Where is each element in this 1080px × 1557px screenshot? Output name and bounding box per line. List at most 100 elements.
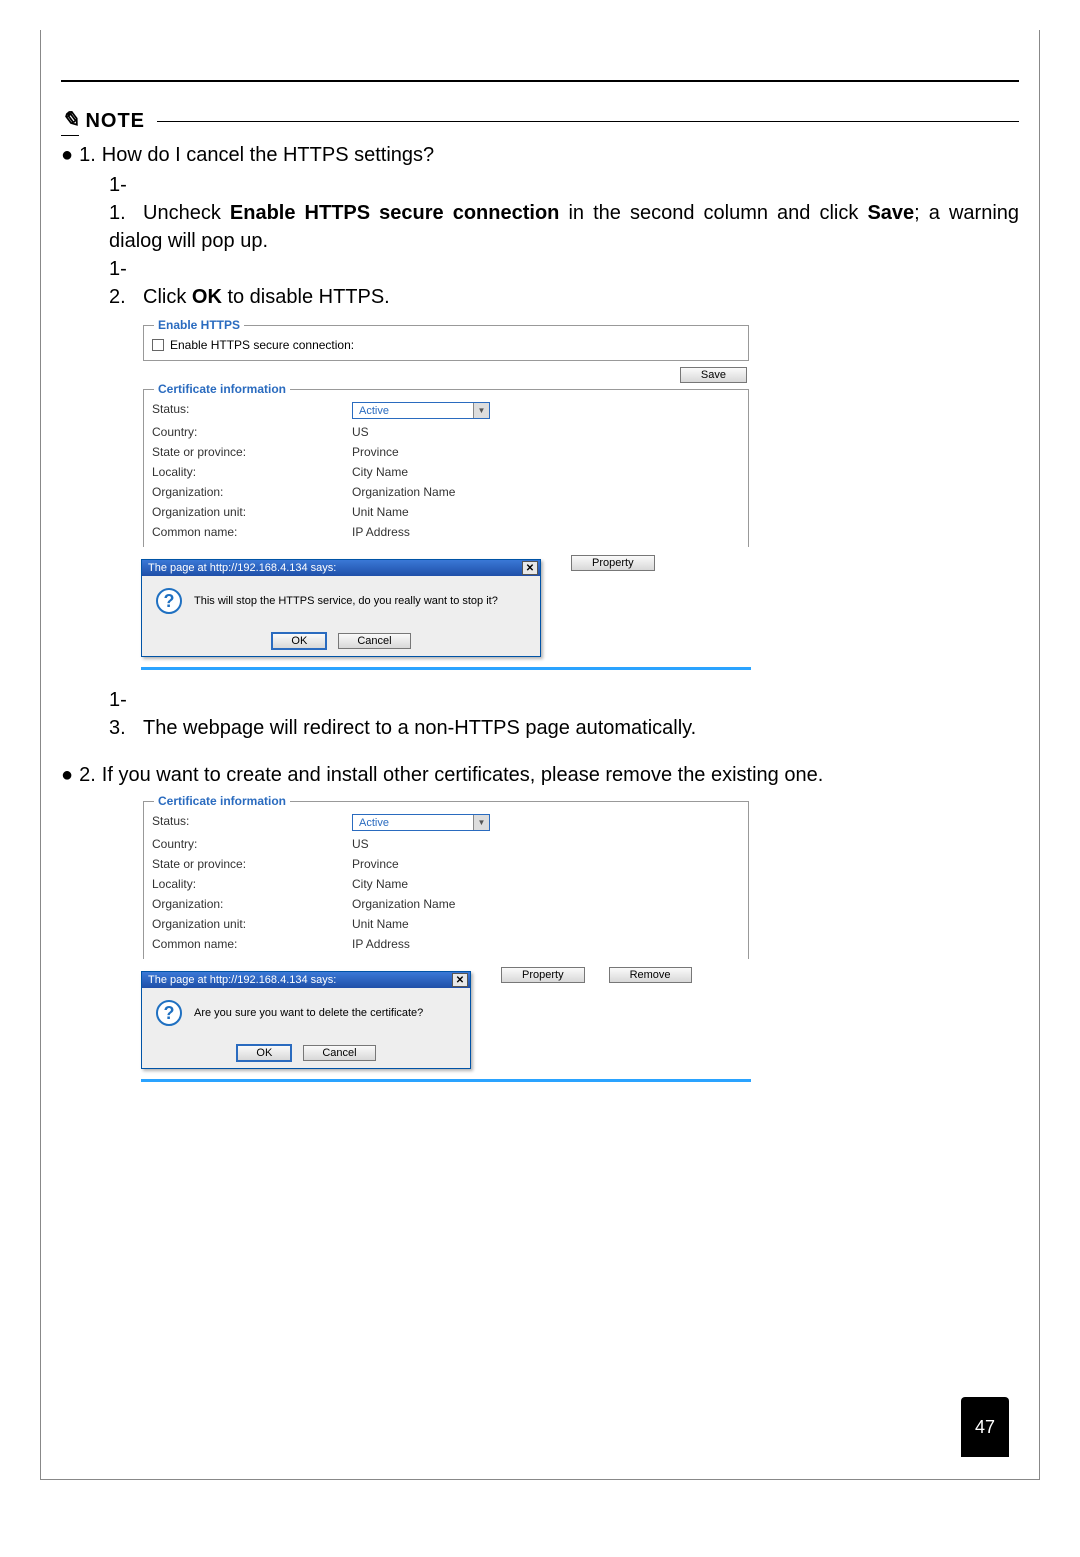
val-orgunit: Unit Name <box>352 505 740 519</box>
chevron-down-icon: ▼ <box>473 403 489 418</box>
lbl-state: State or province: <box>152 445 352 459</box>
lbl-common2: Common name: <box>152 937 352 951</box>
enable-https-legend: Enable HTTPS <box>154 318 244 332</box>
lbl-locality2: Locality: <box>152 877 352 891</box>
enable-https-checkbox-label: Enable HTTPS secure connection: <box>170 338 354 352</box>
dialog-message-2: Are you sure you want to delete the cert… <box>194 1007 423 1019</box>
cert-grid-1: Status: Active ▼ Country: US State or pr… <box>152 402 740 539</box>
val-org2: Organization Name <box>352 897 740 911</box>
val-common2: IP Address <box>352 937 740 951</box>
close-icon[interactable]: ✕ <box>452 973 468 987</box>
lbl-country: Country: <box>152 425 352 439</box>
note-pen-icon: ✎ <box>61 107 79 136</box>
q1-step1-mid: in the second column and click <box>559 202 867 224</box>
cancel-button[interactable]: Cancel <box>338 633 410 649</box>
ok-button[interactable]: OK <box>236 1044 292 1062</box>
dialog-title-2: The page at http://192.168.4.134 says: <box>148 974 336 986</box>
q1-step1-bold2: Save <box>867 202 914 224</box>
confirm-dialog-1: The page at http://192.168.4.134 says: ✕… <box>141 559 541 657</box>
val-country: US <box>352 425 740 439</box>
val-locality2: City Name <box>352 877 740 891</box>
cert-info-fieldset-1: Certificate information Status: Active ▼… <box>143 389 749 547</box>
val-locality: City Name <box>352 465 740 479</box>
cert-info-legend-2: Certificate information <box>154 794 290 808</box>
lbl-org: Organization: <box>152 485 352 499</box>
lbl-common: Common name: <box>152 525 352 539</box>
cert-grid-2: Status: Active ▼ Country: US State or pr… <box>152 814 740 951</box>
q1-step1: 1-1.Uncheck Enable HTTPS secure connecti… <box>109 171 1019 255</box>
q1-step3: 1-3.The webpage will redirect to a non-H… <box>109 686 1019 742</box>
lbl-orgunit: Organization unit: <box>152 505 352 519</box>
q1-step1-pre: Uncheck <box>143 202 230 224</box>
q1-step3-text: The webpage will redirect to a non-HTTPS… <box>143 717 696 739</box>
dialog-title: The page at http://192.168.4.134 says: <box>148 562 336 574</box>
dialog-titlebar-2: The page at http://192.168.4.134 says: ✕ <box>142 972 470 988</box>
dialog-message: This will stop the HTTPS service, do you… <box>194 595 498 607</box>
note-label: NOTE <box>85 110 145 133</box>
question-icon: ? <box>156 588 182 614</box>
q1-number: 1. <box>79 144 96 167</box>
bullet-icon: ● <box>61 144 73 167</box>
note-rule <box>157 121 1019 122</box>
q1-step1-num: 1-1. <box>109 171 143 227</box>
cert-info-fieldset-2: Certificate information Status: Active ▼… <box>143 801 749 959</box>
lbl-country2: Country: <box>152 837 352 851</box>
q2-number: 2. <box>79 764 96 787</box>
confirm-dialog-2: The page at http://192.168.4.134 says: ✕… <box>141 971 471 1069</box>
lbl-locality: Locality: <box>152 465 352 479</box>
q1-step2-post: to disable HTTPS. <box>222 286 390 308</box>
lbl-orgunit2: Organization unit: <box>152 917 352 931</box>
q1-text: How do I cancel the HTTPS settings? <box>102 144 434 167</box>
enable-https-checkbox[interactable] <box>152 339 164 351</box>
status-combo-2[interactable]: Active ▼ <box>352 814 490 831</box>
cert-info-legend-1: Certificate information <box>154 382 290 396</box>
val-orgunit2: Unit Name <box>352 917 740 931</box>
chevron-down-icon: ▼ <box>473 815 489 830</box>
cancel-button[interactable]: Cancel <box>303 1045 375 1061</box>
q1-step2-num: 1-2. <box>109 255 143 311</box>
val-country2: US <box>352 837 740 851</box>
q1-step2: 1-2.Click OK to disable HTTPS. <box>109 255 1019 311</box>
save-button[interactable]: Save <box>680 367 747 383</box>
page-frame: ✎ NOTE ● 1. How do I cancel the HTTPS se… <box>40 30 1040 1480</box>
question-1: ● 1. How do I cancel the HTTPS settings? <box>61 144 1019 167</box>
dialog-body-2: ? Are you sure you want to delete the ce… <box>142 988 470 1038</box>
lbl-status2: Status: <box>152 814 352 831</box>
status-combo-value: Active <box>353 405 473 417</box>
bullet-icon: ● <box>61 764 73 787</box>
dialog-titlebar: The page at http://192.168.4.134 says: ✕ <box>142 560 540 576</box>
val-common: IP Address <box>352 525 740 539</box>
screenshot-2: Certificate information Status: Active ▼… <box>141 801 751 1082</box>
property-button[interactable]: Property <box>571 555 655 571</box>
close-icon[interactable]: ✕ <box>522 561 538 575</box>
remove-button[interactable]: Remove <box>609 967 692 983</box>
status-combo[interactable]: Active ▼ <box>352 402 490 419</box>
property-button-2[interactable]: Property <box>501 967 585 983</box>
val-state: Province <box>352 445 740 459</box>
ok-button[interactable]: OK <box>271 632 327 650</box>
dialog-buttons: OK Cancel <box>142 626 540 656</box>
val-status: Active ▼ <box>352 402 740 419</box>
q1-step2-bold: OK <box>192 286 222 308</box>
dialog-body: ? This will stop the HTTPS service, do y… <box>142 576 540 626</box>
val-status2: Active ▼ <box>352 814 740 831</box>
q1-step1-bold: Enable HTTPS secure connection <box>230 202 560 224</box>
lbl-state2: State or province: <box>152 857 352 871</box>
enable-https-row: Enable HTTPS secure connection: <box>152 338 740 352</box>
q1-step2-pre: Click <box>143 286 192 308</box>
dialog-buttons-2: OK Cancel <box>142 1038 470 1068</box>
page-number: 47 <box>961 1397 1009 1457</box>
val-org: Organization Name <box>352 485 740 499</box>
status-combo-value-2: Active <box>353 817 473 829</box>
q1-step3-num: 1-3. <box>109 686 143 742</box>
lbl-org2: Organization: <box>152 897 352 911</box>
lbl-status: Status: <box>152 402 352 419</box>
val-state2: Province <box>352 857 740 871</box>
top-horizontal-rule <box>61 80 1019 82</box>
save-row: Save <box>145 367 747 383</box>
note-heading: ✎ NOTE <box>61 107 1019 136</box>
screenshot-1: Enable HTTPS Enable HTTPS secure connect… <box>141 325 751 670</box>
q2-text: If you want to create and install other … <box>102 764 824 787</box>
enable-https-fieldset: Enable HTTPS Enable HTTPS secure connect… <box>143 325 749 361</box>
question-2: ● 2. If you want to create and install o… <box>61 764 1019 787</box>
